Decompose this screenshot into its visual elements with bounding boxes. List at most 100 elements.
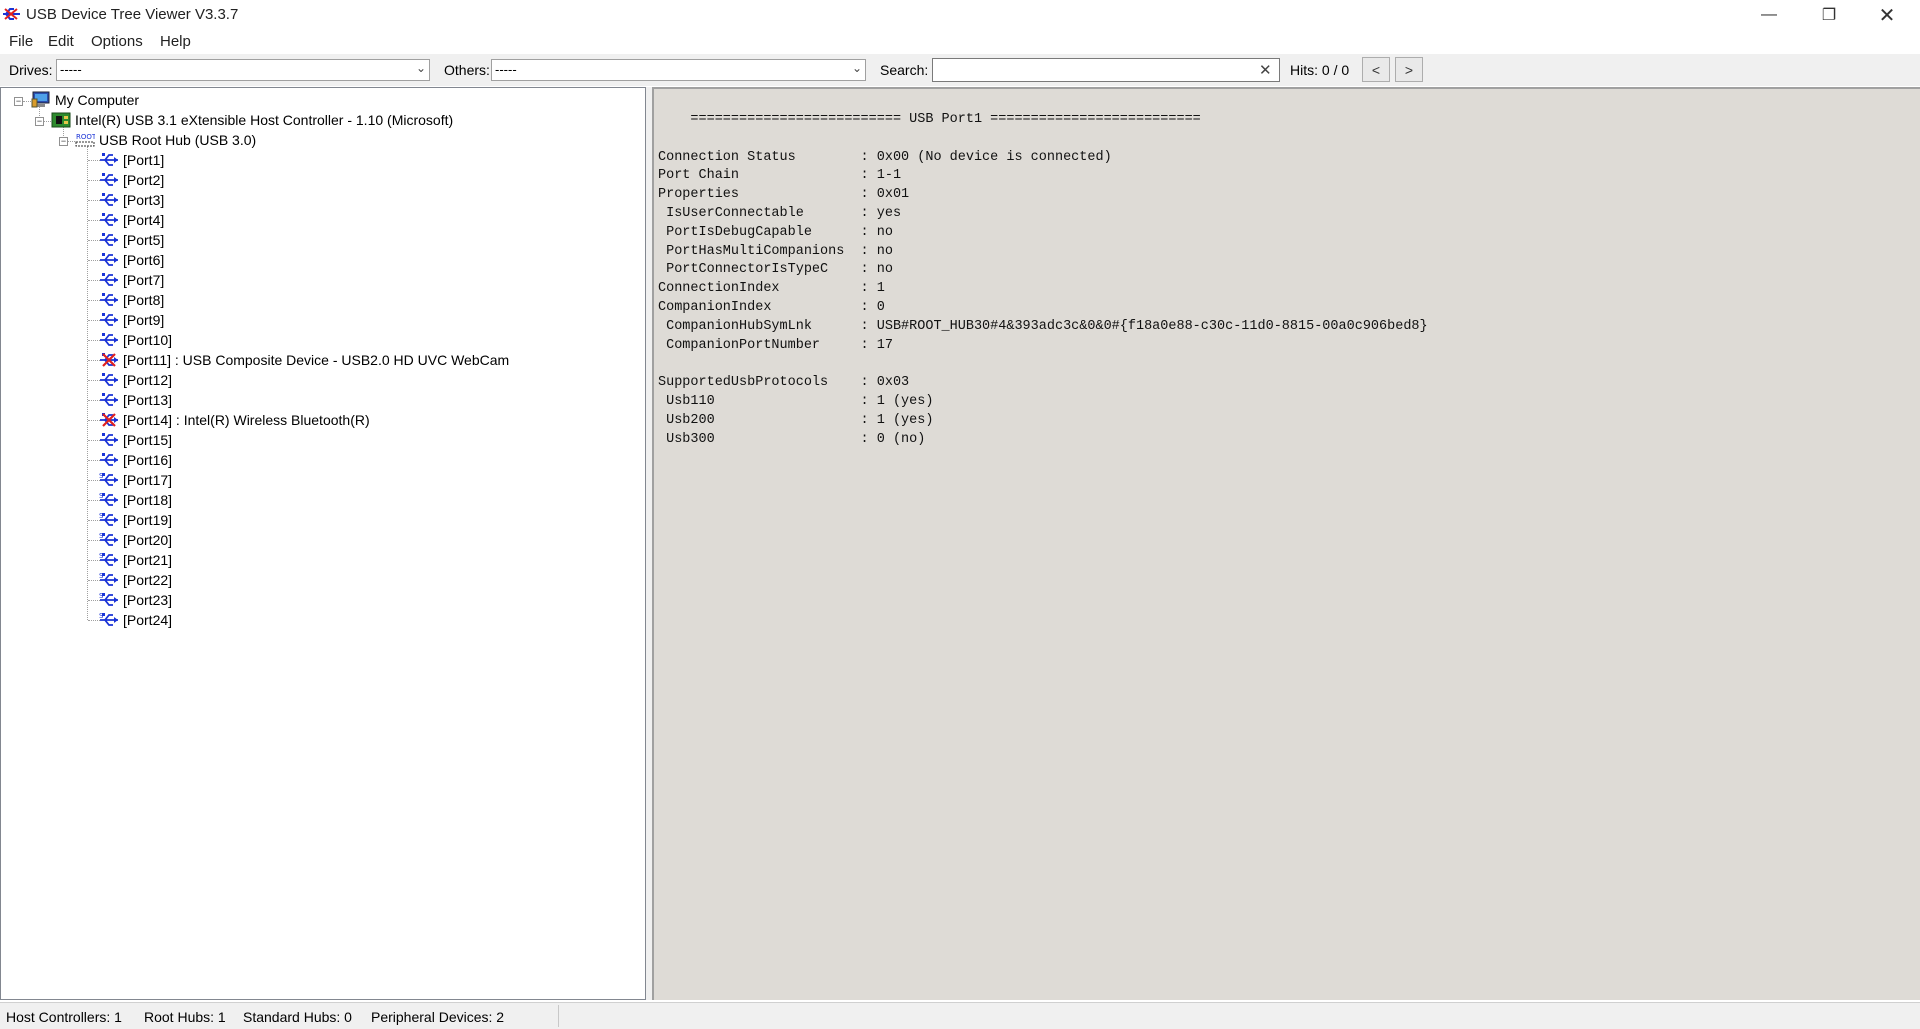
detail-pane[interactable]: ========================== USB Port1 ===…	[652, 87, 1920, 1000]
drives-dropdown[interactable]: ----- ⌄	[56, 59, 430, 81]
hits-counter: Hits: 0 / 0	[1290, 62, 1350, 78]
tree-node-port[interactable]: [Port10]	[99, 330, 172, 350]
tree-line	[88, 540, 100, 541]
others-dropdown[interactable]: ----- ⌄	[491, 59, 866, 81]
usb-port-icon	[100, 433, 118, 446]
tree-node-label: Intel(R) USB 3.1 eXtensible Host Control…	[75, 112, 454, 128]
tree-node-root-hub[interactable]: ROOT USB Root Hub (USB 3.0)	[75, 130, 256, 150]
previous-hit-button[interactable]: <	[1362, 57, 1390, 82]
tree-node-port[interactable]: [Port5]	[99, 230, 164, 250]
tree-line	[43, 121, 51, 122]
usb-superspeed-port-icon: S	[99, 572, 118, 586]
tree-node-port[interactable]: [Port3]	[99, 190, 164, 210]
window-title: USB Device Tree Viewer V3.3.7	[26, 6, 239, 23]
collapse-toggle[interactable]: −	[59, 137, 68, 146]
tree-node-port[interactable]: [Port14] : Intel(R) Wireless Bluetooth(R…	[99, 410, 370, 430]
tree-node-port[interactable]: [Port2]	[99, 170, 164, 190]
tree-node-label: [Port21]	[123, 552, 173, 568]
usb-device-icon	[100, 413, 118, 427]
tree-line	[88, 340, 100, 341]
tree-line	[88, 380, 100, 381]
menu-options[interactable]: Options	[91, 33, 143, 50]
tree-line	[88, 220, 100, 221]
tree-node-port[interactable]: S [Port18]	[99, 490, 172, 510]
next-hit-button[interactable]: >	[1395, 57, 1423, 82]
tree-line	[88, 400, 100, 401]
tree-node-host-controller[interactable]: Intel(R) USB 3.1 eXtensible Host Control…	[51, 110, 453, 130]
tree-node-port[interactable]: [Port16]	[99, 450, 172, 470]
tree-node-label: [Port3]	[123, 192, 165, 208]
tree-node-label: [Port5]	[123, 232, 165, 248]
tree-node-label: [Port6]	[123, 252, 165, 268]
search-label: Search:	[880, 62, 929, 78]
tree-node-label: [Port16]	[123, 452, 173, 468]
maximize-button[interactable]: ❐	[1800, 0, 1858, 30]
tree-line	[87, 146, 88, 620]
collapse-toggle[interactable]: −	[35, 117, 44, 126]
status-standard-hubs: Standard Hubs: 0	[243, 1009, 352, 1025]
tree-node-port[interactable]: S [Port23]	[99, 590, 172, 610]
tree-line	[88, 160, 100, 161]
tree-node-port[interactable]: [Port8]	[99, 290, 164, 310]
usb-superspeed-port-icon: S	[99, 532, 118, 546]
tree-line	[88, 180, 100, 181]
usb-superspeed-port-icon: S	[99, 472, 118, 486]
usb-port-icon	[100, 173, 118, 186]
usb-port-icon	[100, 153, 118, 166]
root-hub-icon: ROOT	[75, 133, 95, 147]
status-host-controllers: Host Controllers: 1	[6, 1009, 122, 1025]
tree-node-port[interactable]: [Port11] : USB Composite Device - USB2.0…	[99, 350, 509, 370]
menu-help[interactable]: Help	[160, 33, 191, 50]
usb-port-icon	[100, 273, 118, 286]
search-input[interactable]	[932, 58, 1280, 82]
tree-node-port[interactable]: [Port1]	[99, 150, 164, 170]
svg-text:S: S	[99, 592, 104, 600]
tree-node-port[interactable]: [Port13]	[99, 390, 172, 410]
tree-node-port[interactable]: S [Port24]	[99, 610, 172, 630]
tree-node-port[interactable]: [Port6]	[99, 250, 164, 270]
menu-file[interactable]: File	[9, 33, 33, 50]
usb-port-icon	[100, 233, 118, 246]
svg-text:S: S	[99, 472, 104, 480]
tree-node-port[interactable]: [Port12]	[99, 370, 172, 390]
menu-edit[interactable]: Edit	[48, 33, 74, 50]
close-button[interactable]: ✕	[1858, 0, 1916, 30]
clear-search-icon[interactable]: ✕	[1259, 61, 1272, 79]
tree-node-my-computer[interactable]: My Computer	[31, 90, 139, 110]
tree-node-port[interactable]: S [Port19]	[99, 510, 172, 530]
tree-node-label: [Port15]	[123, 432, 173, 448]
menu-bar: File Edit Options Help	[0, 30, 1920, 54]
tree-node-label: [Port18]	[123, 492, 173, 508]
tree-node-port[interactable]: [Port9]	[99, 310, 164, 330]
svg-text:ROOT: ROOT	[76, 133, 95, 141]
usb-port-icon	[100, 193, 118, 206]
status-bar: Host Controllers: 1 Root Hubs: 1 Standar…	[0, 1002, 1920, 1029]
svg-text:S: S	[99, 572, 104, 580]
usb-port-icon	[100, 453, 118, 466]
tree-node-port[interactable]: S [Port20]	[99, 530, 172, 550]
tree-node-label: [Port17]	[123, 472, 173, 488]
tree-node-label: [Port19]	[123, 512, 173, 528]
tree-node-label: [Port23]	[123, 592, 173, 608]
chevron-down-icon: ⌄	[415, 61, 426, 75]
tree-node-port[interactable]: [Port7]	[99, 270, 164, 290]
tree-line	[88, 480, 100, 481]
tree-node-port[interactable]: [Port15]	[99, 430, 172, 450]
svg-text:S: S	[99, 612, 104, 620]
tree-node-label: [Port14] : Intel(R) Wireless Bluetooth(R…	[123, 412, 370, 428]
tree-node-port[interactable]: [Port4]	[99, 210, 164, 230]
tree-line	[88, 440, 100, 441]
tree-line	[88, 620, 100, 621]
device-tree[interactable]: − My Computer − Intel(R) USB 3.1 eXtensi…	[0, 87, 646, 1000]
tree-node-port[interactable]: S [Port21]	[99, 550, 172, 570]
minimize-button[interactable]: —	[1740, 0, 1798, 30]
usb-port-icon	[100, 213, 118, 226]
drives-value: -----	[60, 62, 82, 77]
collapse-toggle[interactable]: −	[14, 97, 23, 106]
tree-node-port[interactable]: S [Port22]	[99, 570, 172, 590]
tree-node-label: [Port22]	[123, 572, 173, 588]
tree-line	[88, 240, 100, 241]
tree-node-label: [Port8]	[123, 292, 165, 308]
tree-node-port[interactable]: S [Port17]	[99, 470, 172, 490]
title-bar: USB Device Tree Viewer V3.3.7 — ❐ ✕	[0, 0, 1920, 30]
